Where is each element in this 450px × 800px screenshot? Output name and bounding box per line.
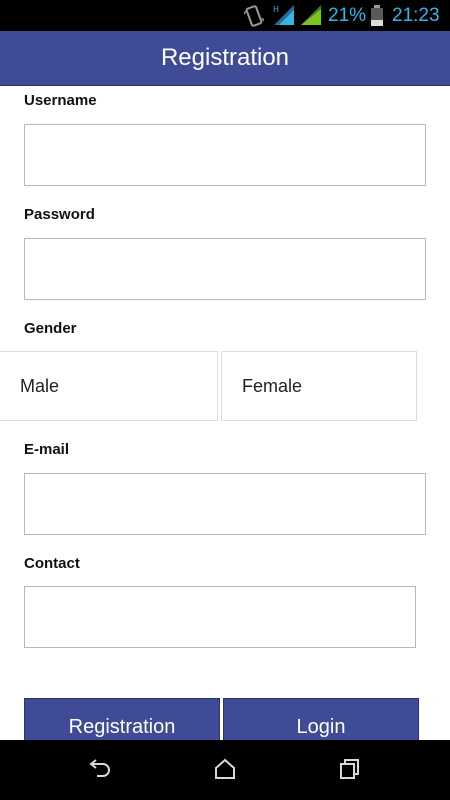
gender-label: Gender	[24, 320, 77, 337]
email-field[interactable]	[24, 473, 426, 535]
contact-label: Contact	[24, 555, 80, 572]
clock: 21:23	[392, 5, 440, 26]
battery-icon	[371, 5, 383, 26]
battery-percent: 21%	[328, 5, 367, 26]
mobile-signal-icon: H	[273, 5, 294, 25]
wifi-signal-icon	[301, 5, 321, 25]
back-icon[interactable]	[88, 758, 112, 780]
registration-button[interactable]: Registration	[24, 698, 220, 740]
recent-apps-icon[interactable]	[338, 758, 362, 780]
email-label: E-mail	[24, 441, 70, 458]
username-label: Username	[24, 92, 97, 109]
page-title: Registration	[160, 44, 290, 71]
network-type: H	[273, 5, 279, 14]
username-field[interactable]	[24, 124, 426, 186]
password-label: Password	[24, 206, 95, 223]
title-bar: Registration	[0, 31, 450, 86]
gender-option-male[interactable]: Male	[0, 351, 218, 421]
login-button[interactable]: Login	[223, 698, 419, 740]
password-field[interactable]	[24, 238, 426, 300]
home-icon[interactable]	[213, 758, 237, 780]
status-bar: H 21% 21:23	[0, 0, 450, 31]
gender-option-female[interactable]: Female	[221, 351, 417, 421]
navigation-bar	[0, 740, 450, 800]
registration-form: Username Password Gender Male Female E-m…	[0, 86, 450, 740]
contact-field[interactable]	[24, 586, 416, 648]
vibrate-icon	[244, 5, 264, 27]
